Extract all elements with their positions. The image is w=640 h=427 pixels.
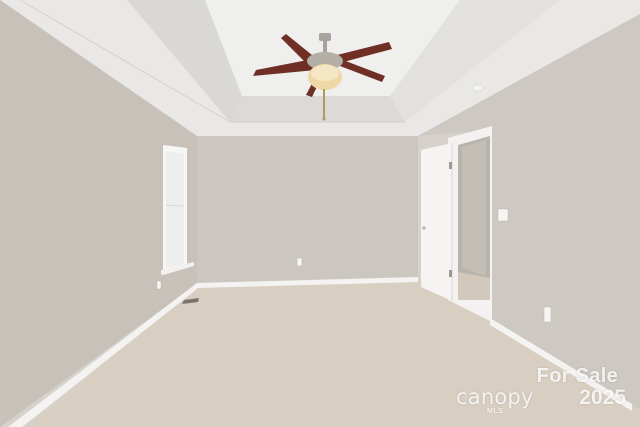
open-door	[421, 143, 452, 301]
watermark-mls: MLS	[487, 408, 504, 415]
watermark-brand: canopy	[456, 385, 534, 409]
door-knob	[422, 226, 426, 230]
listing-watermark: For Sale canopy 2025 MLS	[456, 365, 626, 415]
light-switch	[497, 208, 509, 222]
outlet-back-wall	[296, 257, 303, 267]
room-photo: For Sale canopy 2025 MLS	[0, 0, 640, 427]
outlet-left-wall	[156, 280, 162, 290]
watermark-for-sale: For Sale	[536, 365, 618, 387]
back-wall	[197, 136, 418, 284]
tray-ceiling-front-face	[230, 96, 405, 122]
outlet-right-wall	[543, 306, 552, 323]
window-glass	[166, 151, 184, 268]
room-illustration	[0, 0, 640, 427]
smoke-detector	[472, 84, 484, 92]
watermark-year: 2025	[579, 386, 626, 409]
